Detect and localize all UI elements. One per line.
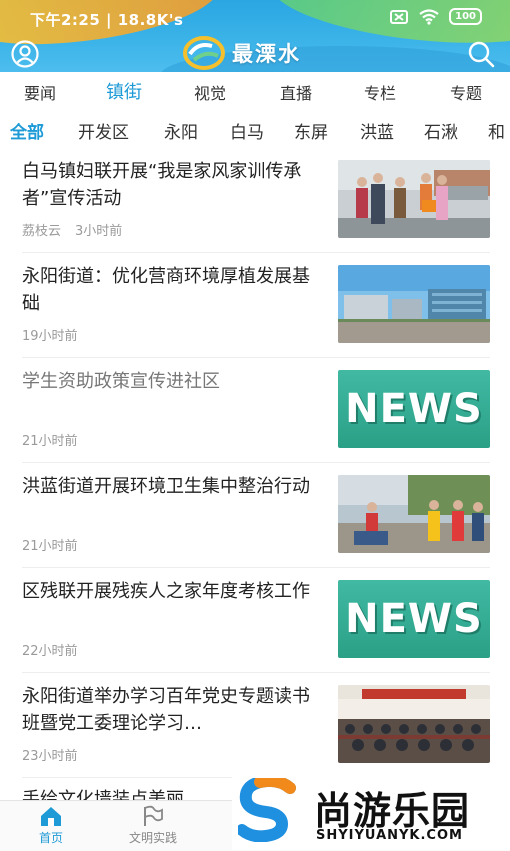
battery-icon: 100 <box>449 8 482 25</box>
area-tab-he[interactable]: 和 <box>488 118 505 143</box>
area-tab-all[interactable]: 全部 <box>10 118 44 143</box>
list-item[interactable]: 洪蓝街道开展环境卫生集中整治行动 21小时前 <box>0 463 510 568</box>
area-tab-honglan[interactable]: 洪蓝 <box>360 118 394 143</box>
area-tabs: 全部 开发区 永阳 白马 东屏 洪蓝 石湫 和 <box>0 110 510 146</box>
bottom-nav-home[interactable]: 首页 <box>6 805 96 846</box>
app-header: 下午2:25 | 18.8K's 100 最溧水 <box>0 0 510 72</box>
article-meta: 荔枝云 3小时前 <box>22 220 122 239</box>
search-icon[interactable] <box>466 39 496 69</box>
area-tab-shiqiu[interactable]: 石湫 <box>424 118 458 143</box>
area-tab-dongping[interactable]: 东屏 <box>294 118 328 143</box>
article-thumbnail <box>338 160 490 238</box>
article-meta: 19小时前 <box>22 325 78 344</box>
home-icon <box>41 807 61 826</box>
profile-icon[interactable] <box>10 39 40 69</box>
tab-zhuanti[interactable]: 专题 <box>450 80 482 104</box>
news-label: NEWS <box>345 596 483 642</box>
list-item[interactable]: 永阳街道：优化营商环境厚植发展基础 19小时前 <box>0 253 510 358</box>
news-label: NEWS <box>345 386 483 432</box>
bottom-nav-label: 首页 <box>38 831 63 845</box>
watermark-text: 尚游乐园 <box>314 789 471 833</box>
tab-shijue[interactable]: 视觉 <box>194 80 226 104</box>
article-meta: 22小时前 <box>22 640 78 659</box>
article-title: 永阳街道举办学习百年党史专题读书班暨党工委理论学习… <box>22 686 310 734</box>
article-title: 白马镇妇联开展“我是家风家训传承者”宣传活动 <box>22 161 302 209</box>
list-item[interactable]: 白马镇妇联开展“我是家风家训传承者”宣传活动 荔枝云 3小时前 <box>0 148 510 253</box>
article-thumbnail <box>338 475 490 553</box>
article-title: 学生资助政策宣传进社区 <box>22 371 220 392</box>
watermark: 尚游乐园 SHYIYUANYK.COM <box>232 776 510 850</box>
article-thumbnail <box>338 685 490 763</box>
article-time: 22小时前 <box>22 644 78 659</box>
brand: 最溧水 <box>182 36 301 70</box>
area-tab-kaifaqu[interactable]: 开发区 <box>78 118 129 143</box>
article-meta: 21小时前 <box>22 535 78 554</box>
wifi-icon <box>419 8 439 25</box>
status-time: 下午2:25 | 18.8K's <box>30 11 184 29</box>
article-title: 洪蓝街道开展环境卫生集中整治行动 <box>22 476 310 497</box>
status-bar: 下午2:25 | 18.8K's 100 <box>0 0 510 36</box>
flag-icon <box>144 805 163 826</box>
bottom-nav-label: 文明实践 <box>128 831 177 845</box>
tab-yaowen[interactable]: 要闻 <box>24 80 56 104</box>
area-tab-yongyang[interactable]: 永阳 <box>164 118 198 143</box>
article-meta: 23小时前 <box>22 745 78 764</box>
tab-zhuanlan[interactable]: 专栏 <box>364 80 396 104</box>
article-time: 21小时前 <box>22 434 78 449</box>
article-title: 永阳街道：优化营商环境厚植发展基础 <box>22 266 310 314</box>
article-time: 19小时前 <box>22 329 78 344</box>
watermark-url: SHYIYUANYK.COM <box>316 828 463 843</box>
news-placeholder-image: NEWS <box>338 370 490 448</box>
brand-logo-icon <box>183 36 225 70</box>
brand-name: 最溧水 <box>232 42 301 66</box>
watermark-logo-icon <box>238 778 296 842</box>
article-title: 区残联开展残疾人之家年度考核工作 <box>22 581 310 602</box>
tab-zhenjie[interactable]: 镇街 <box>106 78 142 104</box>
news-placeholder-image: NEWS <box>338 580 490 658</box>
top-nav: 最溧水 <box>0 36 510 72</box>
sim-icon <box>390 9 409 24</box>
list-item[interactable]: 区残联开展残疾人之家年度考核工作 22小时前 NEWS <box>0 568 510 673</box>
tab-zhibo[interactable]: 直播 <box>280 80 312 104</box>
list-item[interactable]: 学生资助政策宣传进社区 21小时前 NEWS <box>0 358 510 463</box>
article-thumbnail <box>338 265 490 343</box>
bottom-nav-civilization[interactable]: 文明实践 <box>108 805 198 846</box>
channel-tabs: 要闻 镇街 视觉 直播 专栏 专题 <box>0 72 510 110</box>
article-time: 21小时前 <box>22 539 78 554</box>
article-source: 荔枝云 <box>22 224 62 239</box>
article-time: 23小时前 <box>22 749 78 764</box>
list-item[interactable]: 永阳街道举办学习百年党史专题读书班暨党工委理论学习… 23小时前 <box>0 673 510 778</box>
area-tab-baima[interactable]: 白马 <box>230 118 264 143</box>
article-time: 3小时前 <box>75 224 123 239</box>
status-icons: 100 <box>389 8 482 25</box>
article-meta: 21小时前 <box>22 430 78 449</box>
